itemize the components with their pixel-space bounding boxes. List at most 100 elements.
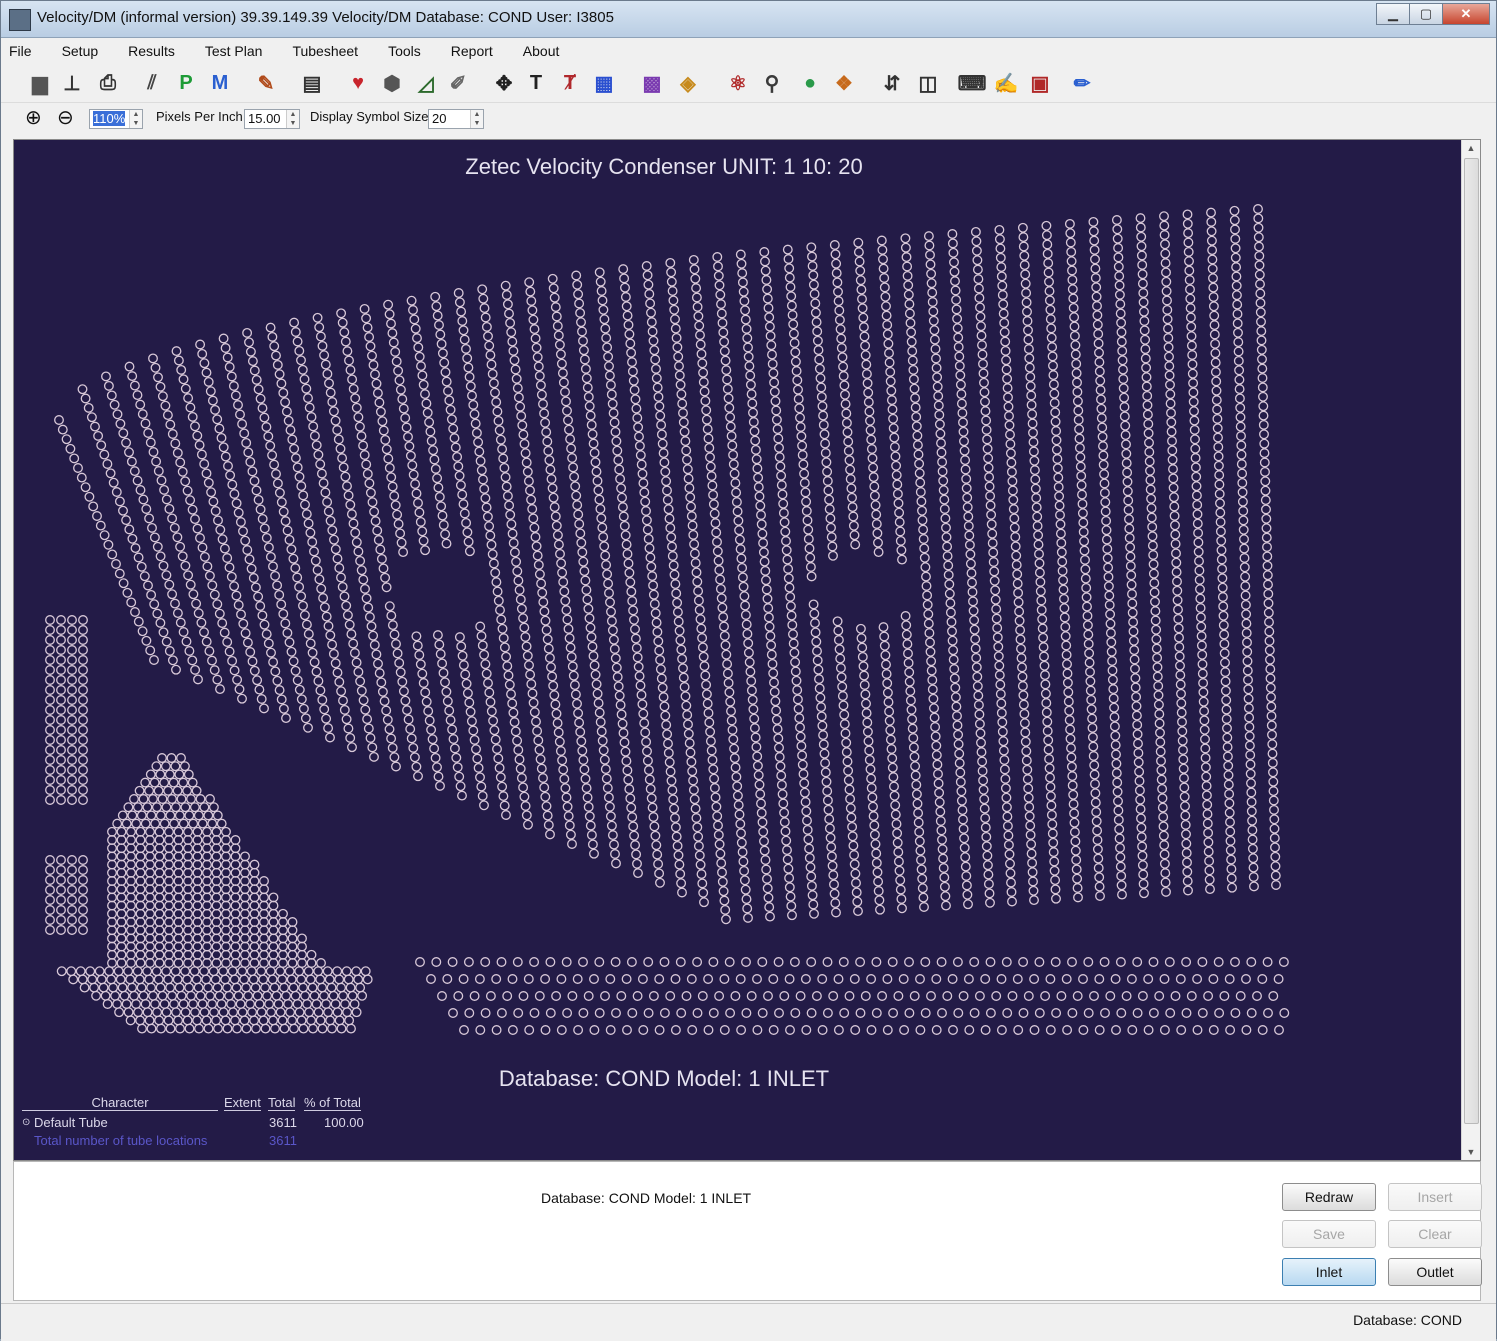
- tube: [1237, 496, 1248, 507]
- notepad-icon[interactable]: ✏: [1069, 70, 1095, 96]
- tube: [556, 558, 567, 569]
- tube: [996, 271, 1007, 282]
- minimize-button[interactable]: ▁: [1376, 3, 1410, 25]
- tube: [642, 524, 653, 535]
- tube: [762, 873, 772, 884]
- tube-map[interactable]: [14, 140, 1462, 1160]
- tube: [715, 583, 726, 594]
- maximize-button[interactable]: ▢: [1409, 3, 1443, 25]
- heart-icon[interactable]: ♥: [345, 70, 371, 96]
- tube: [811, 317, 822, 328]
- zoom-in-icon[interactable]: ⊕: [25, 105, 42, 130]
- tube: [665, 522, 676, 533]
- tube: [589, 848, 599, 859]
- menu-setup[interactable]: Setup: [62, 43, 99, 59]
- print-icon[interactable]: ⎙: [95, 70, 121, 96]
- tube: [1071, 368, 1082, 379]
- menu-about[interactable]: About: [523, 43, 560, 59]
- move-icon[interactable]: ✥: [491, 70, 517, 96]
- menu-tubesheet[interactable]: Tubesheet: [292, 43, 358, 59]
- sort-icon[interactable]: ⇵: [879, 70, 905, 96]
- inlet-button[interactable]: Inlet: [1282, 1258, 1376, 1286]
- pixels-per-inch-input[interactable]: 15.00 ▲ ▼: [244, 109, 300, 129]
- tube: [1263, 607, 1274, 618]
- color-grid-icon[interactable]: ▩: [639, 70, 665, 96]
- tube: [449, 433, 460, 444]
- outlet-button[interactable]: Outlet: [1388, 1258, 1482, 1286]
- figure-icon[interactable]: ⚲: [759, 70, 785, 96]
- menu-test-plan[interactable]: Test Plan: [205, 43, 263, 59]
- tube: [268, 1015, 279, 1026]
- tube: [529, 707, 540, 718]
- menu-report[interactable]: Report: [451, 43, 493, 59]
- symbol-size-input[interactable]: 20 ▲ ▼: [428, 109, 484, 129]
- tube: [309, 546, 319, 557]
- insert-button[interactable]: Insert: [1388, 1183, 1482, 1211]
- tube: [1195, 584, 1205, 595]
- tube: [69, 453, 80, 464]
- tube: [1210, 357, 1221, 368]
- menu-tools[interactable]: Tools: [388, 43, 421, 59]
- tube: [983, 879, 994, 889]
- zoom-level-input[interactable]: 110% ▲ ▼: [89, 109, 143, 129]
- hexagon-icon[interactable]: ⬢: [379, 70, 405, 96]
- tube: [294, 345, 305, 356]
- tube: [941, 522, 951, 533]
- menu-results[interactable]: Results: [128, 43, 175, 59]
- vertical-scrollbar[interactable]: ▲ ▼: [1461, 140, 1480, 1160]
- report-icon[interactable]: ▣: [1027, 70, 1053, 96]
- tube: [247, 466, 258, 477]
- ruler-icon[interactable]: ◿: [413, 70, 439, 96]
- columns-icon[interactable]: ◫: [915, 70, 941, 96]
- scroll-down-arrow[interactable]: ▼: [1462, 1144, 1480, 1160]
- ppi-spinner-arrows[interactable]: ▲ ▼: [286, 110, 299, 128]
- symbol-spinner-arrows[interactable]: ▲ ▼: [470, 110, 483, 128]
- tube: [416, 361, 426, 372]
- tubesheet-canvas[interactable]: Zetec Velocity Condenser UNIT: 1 10: 20 …: [14, 140, 1462, 1160]
- tube: [164, 826, 174, 837]
- tube: [691, 283, 702, 294]
- export-icon[interactable]: ▤: [299, 70, 325, 96]
- molecule-icon[interactable]: ⚛: [725, 70, 751, 96]
- tag-icon[interactable]: Ⱦ: [557, 70, 583, 96]
- tube: [164, 949, 174, 960]
- close-button[interactable]: ✕: [1442, 3, 1490, 25]
- palette-icon[interactable]: ◈: [675, 70, 701, 96]
- tube: [837, 681, 848, 692]
- spheres-icon[interactable]: ●: [797, 70, 823, 96]
- redraw-button[interactable]: Redraw: [1282, 1183, 1376, 1211]
- save-button[interactable]: Save: [1282, 1220, 1376, 1248]
- tube: [790, 1008, 801, 1018]
- scroll-up-arrow[interactable]: ▲: [1462, 140, 1480, 156]
- grid-icon[interactable]: ▦: [591, 70, 617, 96]
- zoom-out-icon[interactable]: ⊖: [57, 105, 74, 130]
- tube: [1002, 383, 1013, 394]
- tube: [325, 630, 336, 641]
- tube: [67, 895, 77, 905]
- edit-chart-icon[interactable]: ✍: [993, 70, 1019, 96]
- clear-button[interactable]: Clear: [1388, 1220, 1482, 1248]
- tube: [338, 695, 348, 706]
- zoom-spinner-arrows[interactable]: ▲ ▼: [129, 110, 142, 128]
- tube: [1028, 427, 1038, 438]
- tube: [1239, 534, 1249, 545]
- p-icon[interactable]: P: [173, 70, 199, 96]
- brush-icon[interactable]: ✐: [445, 70, 471, 96]
- tube: [887, 753, 898, 764]
- monitor-icon[interactable]: ⌨: [958, 70, 987, 96]
- tube: [161, 494, 172, 505]
- stand-icon[interactable]: ⊥: [59, 70, 85, 96]
- paint-icon[interactable]: ✎: [253, 70, 279, 96]
- tube: [1200, 762, 1211, 773]
- app-icon[interactable]: [9, 9, 31, 31]
- tube: [688, 775, 699, 786]
- scroll-thumb[interactable]: [1464, 158, 1479, 1124]
- probe-icon[interactable]: ⫽: [139, 70, 165, 96]
- m-icon[interactable]: M: [207, 70, 233, 96]
- cubes-icon[interactable]: ❖: [831, 70, 857, 96]
- text-icon[interactable]: T: [523, 70, 549, 96]
- tube: [528, 697, 539, 708]
- tube: [456, 641, 467, 652]
- database-icon[interactable]: ▆: [27, 70, 53, 96]
- menu-file[interactable]: File: [9, 43, 32, 59]
